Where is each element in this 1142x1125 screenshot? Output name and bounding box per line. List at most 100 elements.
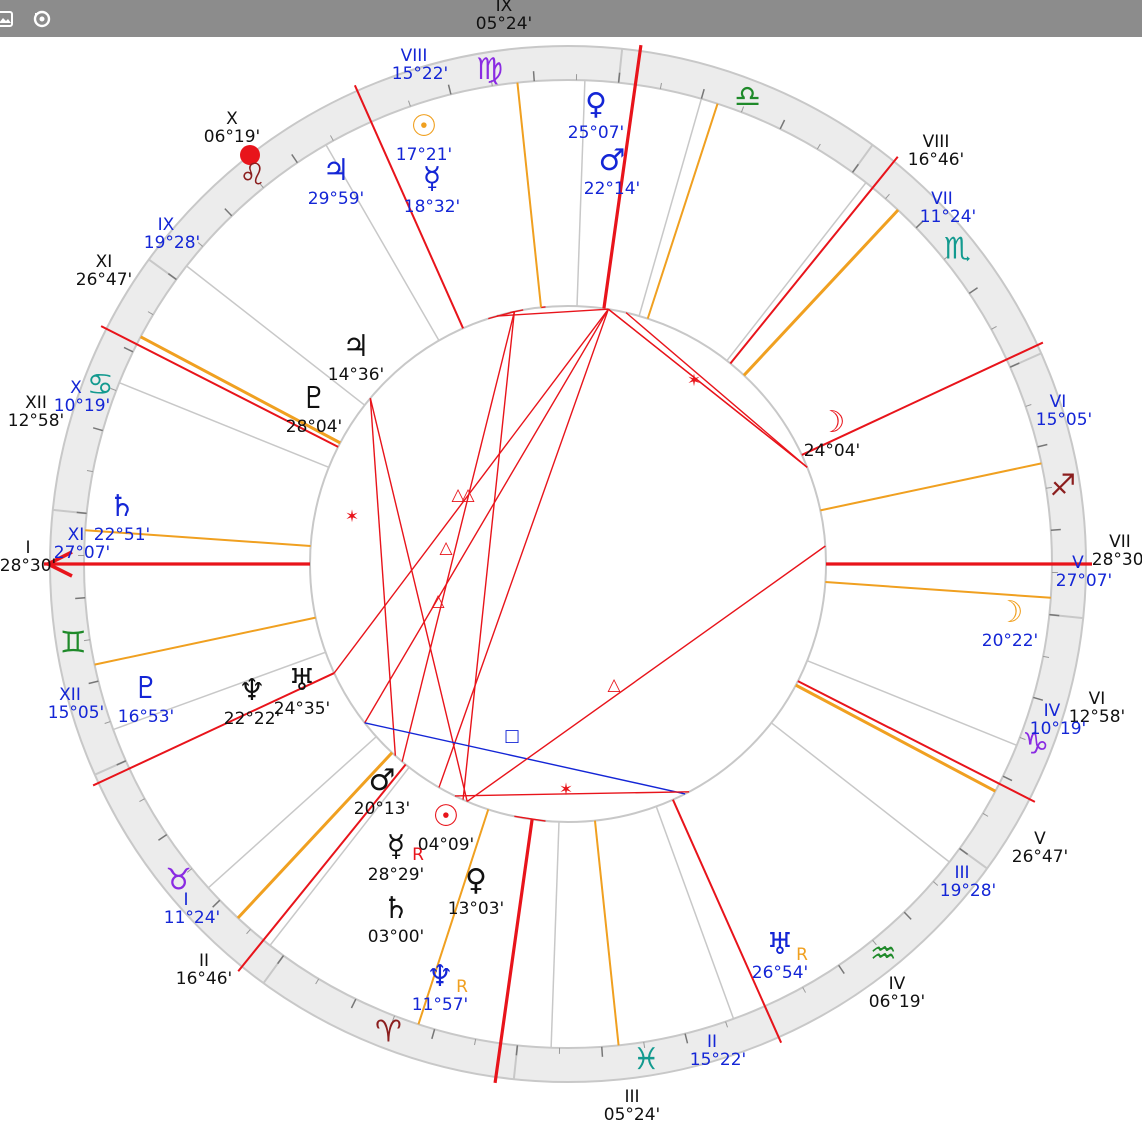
house-3-degree: 05°24' — [604, 1105, 660, 1125]
house-11-degree: 26°47' — [76, 270, 132, 290]
planet-uranus-inner-degree: 24°35' — [274, 699, 330, 719]
sign-scorpio-glyph: ♏ — [944, 232, 971, 267]
house-8-degree: 16°46' — [908, 150, 964, 170]
planet-mercury-outer-degree: 18°32' — [404, 197, 460, 217]
planet-pluto-inner-degree: 28°04' — [286, 417, 342, 437]
planet-mars-outer-degree: 22°14' — [584, 179, 640, 199]
degree-tick — [75, 597, 86, 600]
house-10-degree-secondary: 10°19' — [54, 396, 110, 416]
house-5-degree-secondary: 27°07' — [1056, 571, 1112, 591]
house-9-degree: 05°24' — [476, 14, 532, 34]
planet-mercury-inner-retro: R — [412, 845, 424, 865]
house-5-number-secondary: V — [1072, 553, 1084, 573]
house-6-degree-secondary: 15°05' — [1036, 410, 1092, 430]
sign-aries-glyph: ♈ — [375, 1015, 402, 1050]
planet-saturn-inner-degree: 03°00' — [368, 927, 424, 947]
planet-mars-inner-degree: 20°13' — [354, 799, 410, 819]
house-4-degree: 06°19' — [869, 992, 925, 1012]
aspect-symbol-trine: △ — [461, 485, 475, 505]
planet-sun-outer-icon: ☉ — [411, 109, 438, 144]
house-8-number-secondary: VIII — [401, 46, 428, 66]
house-2-degree-secondary: 15°22' — [690, 1050, 746, 1070]
planet-neptune-outer-retro: R — [456, 977, 468, 997]
degree-tick — [601, 1046, 604, 1057]
planet-jupiter-outer-icon: ♃ — [323, 153, 350, 188]
planet-sun-inner-icon: ☉ — [433, 799, 460, 834]
astro-wheel: △△△△△✶✶✶□ ♍♌♋♊♉♈♓♒♑♐♏♎ I28°30'II16°46'II… — [0, 0, 1142, 1125]
house-3-degree-secondary: 19°28' — [940, 881, 996, 901]
house-11-number-secondary: XI — [68, 525, 85, 545]
house-10-number-secondary: X — [70, 378, 82, 398]
house-11-number: XI — [96, 252, 113, 272]
house-1-degree-secondary: 11°24' — [164, 908, 220, 928]
planet-jupiter-inner-icon: ♃ — [343, 329, 370, 364]
house-3-number: III — [624, 1087, 639, 1107]
degree-tick — [1049, 613, 1060, 617]
planet-venus-outer-degree: 25°07' — [568, 123, 624, 143]
planet-uranus-outer-retro: R — [796, 945, 808, 965]
sign-libra-glyph: ♎ — [734, 79, 761, 114]
aspect-symbol-sextile: ✶ — [687, 371, 701, 391]
house-3-number-secondary: III — [954, 863, 969, 883]
house-2-number-secondary: II — [707, 1032, 717, 1052]
planet-neptune-outer-icon: ♆ — [427, 959, 454, 994]
planet-neptune-inner-icon: ♆ — [239, 673, 266, 708]
planet-moon-inner-degree: 24°04' — [804, 441, 860, 461]
aspect-symbol-trine: △ — [431, 591, 445, 611]
planet-pluto-inner-icon: ♇ — [301, 381, 328, 416]
inner-circle — [309, 305, 827, 823]
planet-saturn-outer-degree: 22°51' — [94, 525, 150, 545]
planet-uranus-inner-icon: ♅ — [289, 663, 316, 698]
degree-tick — [1050, 528, 1061, 531]
house-2-number: II — [199, 951, 209, 971]
house-6-number-secondary: VI — [1050, 392, 1067, 412]
planet-mercury-inner-degree: 28°29' — [368, 865, 424, 885]
planet-venus-inner-icon: ♀ — [465, 863, 487, 898]
house-10-number: X — [226, 109, 238, 129]
planet-saturn-inner-icon: ♄ — [383, 891, 410, 926]
sign-aquarius-glyph: ♒ — [870, 936, 897, 971]
aspect-symbol-sextile: ✶ — [559, 780, 573, 800]
house-7-number: VII — [1109, 532, 1131, 552]
house-7-degree: 28°30' — [1092, 550, 1142, 570]
aspect-symbol-trine: △ — [439, 538, 453, 558]
degree-tick — [515, 1045, 519, 1056]
sign-sagittarius-glyph: ♐ — [1049, 469, 1076, 504]
planet-uranus-outer-icon: ♅ — [767, 927, 794, 962]
planet-uranus-outer-degree: 26°54' — [752, 963, 808, 983]
house-4-number-secondary: IV — [1044, 701, 1061, 721]
degree-tick — [76, 511, 87, 515]
planet-neptune-outer-degree: 11°57' — [412, 995, 468, 1015]
house-10-degree: 06°19' — [204, 127, 260, 147]
house-9-number-secondary: IX — [158, 215, 175, 235]
sign-leo-glyph: ♌ — [239, 158, 266, 193]
house-12-degree-secondary: 15°05' — [48, 703, 104, 723]
planet-moon-inner-icon: ☽ — [819, 405, 846, 440]
house-7-number-secondary: VII — [931, 189, 953, 209]
aspect-symbol-square: □ — [504, 726, 520, 746]
aspect-symbol-sextile: ✶ — [345, 507, 359, 527]
aspect-symbol-trine: △ — [607, 675, 621, 695]
planet-neptune-inner-degree: 22°22' — [224, 709, 280, 729]
planet-mars-inner-icon: ♂ — [369, 763, 396, 798]
house-8-number: VIII — [923, 132, 950, 152]
planet-mars-outer-icon: ♂ — [599, 143, 626, 178]
degree-tick — [532, 71, 535, 82]
house-8-degree-secondary: 15°22' — [392, 64, 448, 84]
aspect-circle — [309, 305, 827, 823]
house-12-number-secondary: XII — [59, 685, 81, 705]
planet-jupiter-outer-degree: 29°59' — [308, 189, 364, 209]
house-9-degree-secondary: 19°28' — [144, 233, 200, 253]
house-12-number: XII — [25, 393, 47, 413]
planet-mercury-outer-icon: ☿ — [423, 161, 441, 196]
planet-sun-inner-degree: 04°09' — [418, 835, 474, 855]
house-1-number: I — [25, 538, 30, 558]
house-6-number: VI — [1089, 689, 1106, 709]
house-11-degree-secondary: 27°07' — [54, 543, 110, 563]
planet-saturn-outer-icon: ♄ — [109, 489, 136, 524]
planet-pluto-outer-icon: ♇ — [133, 671, 160, 706]
planet-jupiter-inner-degree: 14°36' — [328, 365, 384, 385]
house-4-number: IV — [889, 974, 906, 994]
planet-moon-outer-degree: 20°22' — [982, 631, 1038, 651]
house-1-number-secondary: I — [183, 890, 188, 910]
